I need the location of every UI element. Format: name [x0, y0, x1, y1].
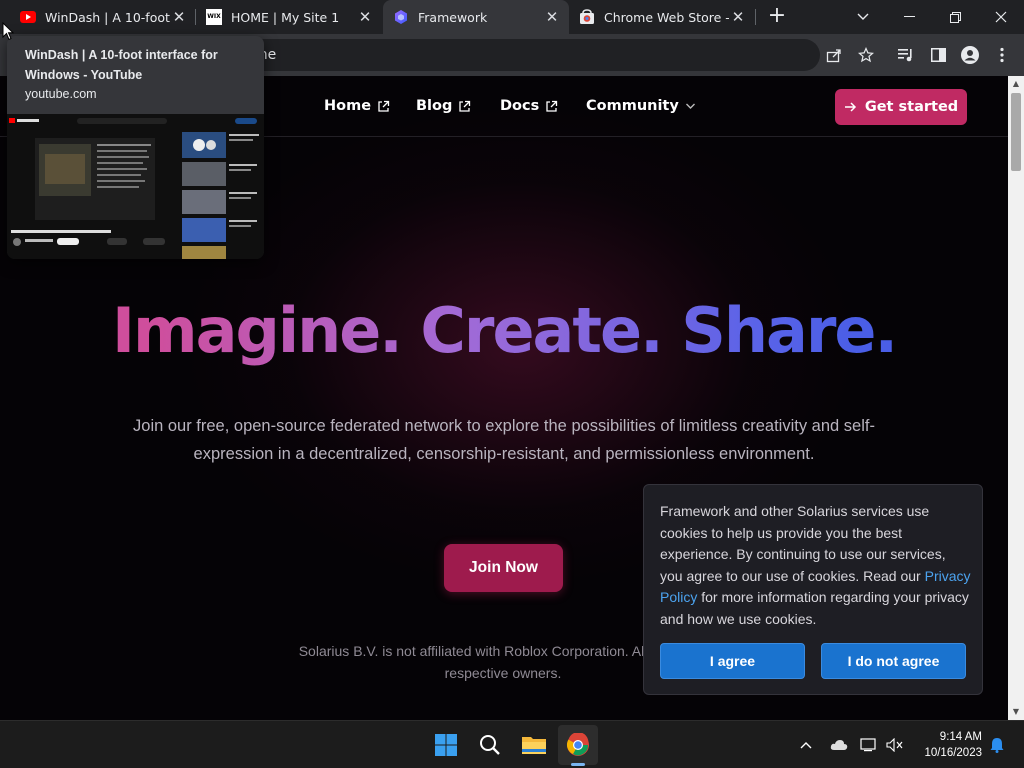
external-link-icon: [459, 100, 471, 112]
do-not-agree-button[interactable]: I do not agree: [821, 643, 966, 679]
clock-date: 10/16/2023: [924, 747, 982, 759]
system-clock[interactable]: 9:14 AM 10/16/2023: [912, 729, 982, 761]
tab-hover-card: WinDash | A 10-foot interface for Window…: [7, 36, 264, 259]
tab-preview-thumbnail: [7, 114, 264, 259]
wix-logo: WIX: [206, 9, 222, 25]
external-link-icon: [546, 100, 558, 112]
scroll-down-arrow-icon[interactable]: ▼: [1008, 704, 1024, 720]
hero-subtitle: Join our free, open-source federated net…: [133, 417, 875, 463]
file-explorer-icon[interactable]: [514, 725, 554, 765]
tab-strip: WinDash | A 10-foot in ✕ WIX HOME | My S…: [0, 0, 1024, 34]
external-link-icon: [378, 100, 390, 112]
chrome-web-store-icon: [579, 9, 595, 25]
network-icon[interactable]: [858, 721, 880, 768]
nav-community[interactable]: Community: [586, 98, 696, 114]
cookie-message: Framework and other Solarius services us…: [660, 501, 972, 630]
close-icon: [995, 11, 1007, 23]
hover-card-title: WinDash | A 10-foot interface for Window…: [25, 48, 218, 82]
media-queue-icon[interactable]: [894, 43, 918, 67]
agree-button[interactable]: I agree: [660, 643, 805, 679]
youtube-icon: [20, 9, 36, 25]
youtube-page-preview: [7, 114, 264, 259]
tab-windash[interactable]: WinDash | A 10-foot in ✕: [10, 0, 196, 34]
notification-bell-icon[interactable]: [986, 721, 1008, 768]
get-started-label: Get started: [864, 99, 959, 115]
tab-home-my-site[interactable]: WIX HOME | My Site 1 ✕: [196, 0, 382, 34]
arrow-right-icon: [844, 102, 856, 112]
menu-kebab-icon[interactable]: [990, 43, 1014, 67]
onedrive-icon[interactable]: [828, 721, 850, 768]
clock-time: 9:14 AM: [939, 731, 982, 743]
minimize-icon: [903, 16, 915, 17]
new-tab-button[interactable]: +: [765, 4, 789, 30]
close-icon[interactable]: ✕: [170, 8, 188, 26]
tab-search-button[interactable]: [840, 0, 886, 34]
volume-muted-icon[interactable]: [884, 721, 906, 768]
windows-start-icon[interactable]: [426, 725, 466, 765]
screen: WinDash | A 10-foot in ✕ WIX HOME | My S…: [0, 0, 1024, 768]
framework-icon: [393, 9, 409, 25]
side-panel-icon[interactable]: [926, 43, 950, 67]
get-started-button[interactable]: Get started: [835, 89, 967, 125]
tab-title: HOME | My Site 1: [231, 9, 340, 25]
search-icon[interactable]: [470, 725, 510, 765]
nav-blog[interactable]: Blog: [416, 98, 471, 114]
nav-home-label: Home: [324, 98, 372, 114]
show-hidden-icons-icon[interactable]: [796, 721, 816, 768]
restore-icon: [949, 11, 961, 23]
nav-docs-label: Docs: [500, 98, 540, 114]
minimize-button[interactable]: [886, 0, 932, 34]
nav-community-label: Community: [586, 98, 679, 114]
cookie-text-before: Framework and other Solarius services us…: [660, 503, 946, 584]
nav-docs[interactable]: Docs: [500, 98, 558, 114]
tab-framework[interactable]: Framework ✕: [383, 0, 569, 34]
close-window-button[interactable]: [978, 0, 1024, 34]
close-icon[interactable]: ✕: [543, 8, 561, 26]
share-icon[interactable]: [822, 43, 846, 67]
join-now-button[interactable]: Join Now: [444, 544, 563, 592]
close-icon[interactable]: ✕: [729, 8, 747, 26]
tab-title: Framework: [418, 9, 488, 25]
close-icon[interactable]: ✕: [356, 8, 374, 26]
tab-title: WinDash | A 10-foot in: [45, 9, 170, 25]
chevron-down-icon: [685, 103, 695, 109]
windows-taskbar: 9:14 AM 10/16/2023: [0, 720, 1024, 768]
cookie-consent-dialog: Framework and other Solarius services us…: [643, 484, 983, 695]
tab-title: Chrome Web Store - E: [604, 9, 729, 25]
scroll-up-arrow-icon[interactable]: ▲: [1008, 76, 1024, 92]
tab-chrome-web-store[interactable]: Chrome Web Store - E ✕: [569, 0, 755, 34]
mouse-cursor-icon: [2, 22, 14, 41]
profile-icon[interactable]: [958, 43, 982, 67]
restore-button[interactable]: [932, 0, 978, 34]
cookie-text-after: for more information regarding your priv…: [660, 589, 969, 627]
hover-card-domain: youtube.com: [25, 87, 97, 101]
wix-icon: WIX: [206, 9, 222, 25]
chrome-icon[interactable]: [558, 725, 598, 766]
chevron-down-icon: [857, 13, 869, 20]
page-scrollbar[interactable]: ▲ ▼: [1008, 76, 1024, 720]
address-bar[interactable]: me: [200, 39, 820, 71]
hero-title: Imagine. Create. Share.: [0, 295, 1008, 367]
tab-divider: [755, 9, 756, 25]
active-app-indicator: [571, 763, 585, 766]
nav-blog-label: Blog: [416, 98, 453, 114]
nav-home[interactable]: Home: [324, 98, 390, 114]
bookmark-star-icon[interactable]: [854, 43, 878, 67]
scrollbar-thumb[interactable]: [1011, 93, 1021, 171]
